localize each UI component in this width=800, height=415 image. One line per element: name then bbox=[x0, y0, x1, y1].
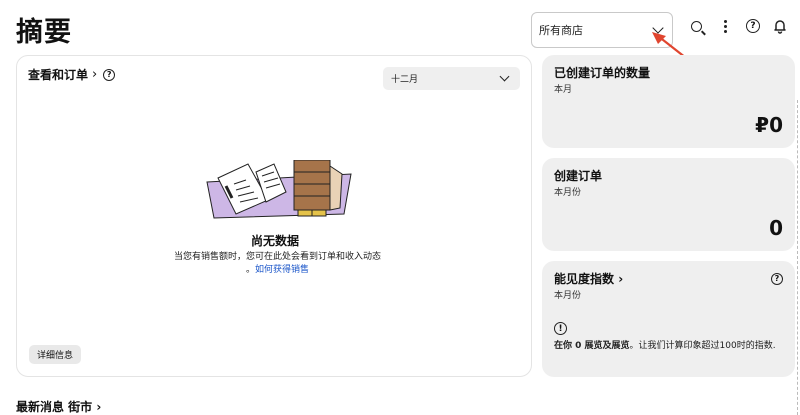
card-subtitle: 本月 bbox=[554, 85, 573, 95]
chevron-right-icon: › bbox=[92, 67, 98, 82]
orders-card: 查看和订单 › ? 十二月 尚无数据 当您有销售额时，您可在此处会看到订单和收入… bbox=[16, 55, 532, 377]
info-text-rest: 。让我们计算印象超过100时的指数. bbox=[629, 341, 776, 351]
visibility-index-card: 能见度指数 › ? 本月份 ! 在你 0 展览及展览。让我们计算印象超过100时… bbox=[542, 261, 795, 377]
empty-state-link-prefix: 。 bbox=[245, 265, 255, 275]
help-icon[interactable]: ? bbox=[743, 16, 763, 36]
how-to-get-sales-link[interactable]: 如何获得销售 bbox=[255, 265, 309, 275]
card-subtitle: 本月份 bbox=[554, 188, 582, 198]
empty-box-illustration bbox=[206, 160, 352, 219]
card-value: ₽0 bbox=[755, 113, 783, 137]
created-orders-card: 创建订单 本月份 0 bbox=[542, 158, 795, 251]
orders-card-title-link[interactable]: 查看和订单 › ? bbox=[28, 66, 116, 83]
orders-card-title: 查看和订单 bbox=[28, 68, 89, 82]
month-selector-label: 十二月 bbox=[391, 75, 419, 85]
card-title: 创建订单 bbox=[554, 169, 603, 183]
bell-icon[interactable] bbox=[770, 16, 790, 36]
empty-state-description: 当您有销售额时，您可在此处会看到订单和收入动态 。如何获得销售 bbox=[165, 251, 390, 277]
chevron-right-icon: › bbox=[618, 272, 624, 286]
info-icon: ! bbox=[554, 322, 567, 335]
visibility-index-title-link[interactable]: 能见度指数 › bbox=[554, 270, 623, 287]
news-section-title[interactable]: 最新消息 街市 › bbox=[16, 398, 101, 415]
details-button[interactable]: 详细信息 bbox=[29, 345, 82, 364]
created-orders-amount-card: 已创建订单的数量 本月 ₽0 bbox=[542, 55, 795, 148]
empty-state-title: 尚无数据 bbox=[250, 234, 299, 248]
help-icon[interactable]: ? bbox=[103, 68, 116, 81]
empty-state-text: 当您有销售额时，您可在此处会看到订单和收入动态 bbox=[173, 252, 381, 262]
info-text-bold: 在你 0 展览及展览 bbox=[554, 341, 630, 351]
card-value: 0 bbox=[769, 216, 783, 240]
chevron-right-icon: › bbox=[96, 400, 102, 414]
help-icon[interactable]: ? bbox=[771, 273, 783, 285]
scroll-edge-divider bbox=[797, 100, 798, 415]
page-title: 摘要 bbox=[16, 17, 72, 48]
store-selector-label: 所有商店 bbox=[539, 24, 583, 37]
chevron-down-icon bbox=[499, 71, 510, 82]
card-subtitle: 本月份 bbox=[554, 291, 582, 301]
news-title-text: 最新消息 街市 bbox=[16, 400, 93, 414]
visibility-info-text: 在你 0 展览及展览。让我们计算印象超过100时的指数. bbox=[554, 340, 784, 353]
card-title: 已创建订单的数量 bbox=[554, 66, 651, 80]
month-selector[interactable]: 十二月 bbox=[383, 67, 520, 90]
card-title: 能见度指数 bbox=[554, 272, 615, 286]
